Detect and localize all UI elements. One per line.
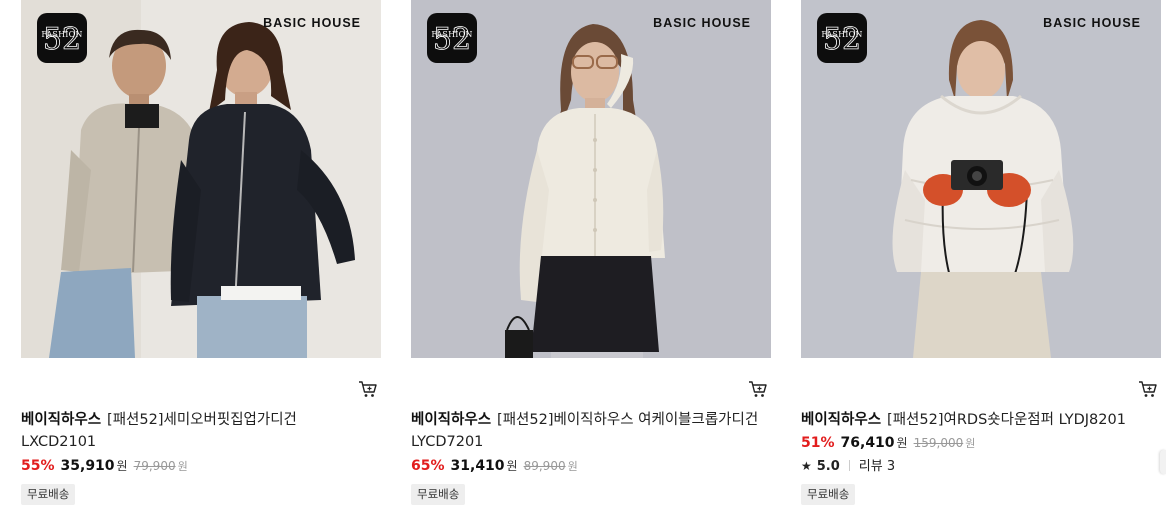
review-count[interactable]: 리뷰 3 <box>859 459 895 474</box>
sale-price: 35,910 <box>60 458 115 474</box>
divider <box>848 460 850 471</box>
rating-score: 5.0 <box>816 459 840 474</box>
sale-price: 76,410 <box>840 435 895 451</box>
cart-icon[interactable] <box>357 378 379 400</box>
price-row: 55% 35,910 원 79,900 원 <box>21 457 188 474</box>
price-row: 51% 76,410 원 159,000 원 <box>801 434 975 451</box>
cart-icon[interactable] <box>1137 378 1159 400</box>
currency: 원 <box>896 436 908 450</box>
brand-name: 베이직하우스 <box>801 412 882 428</box>
product-card[interactable]: 52 FASHION BASIC HOUSE 베이직하우스 [패션52]베이직하우… <box>411 0 771 506</box>
brand-watermark: BASIC HOUSE <box>263 16 361 30</box>
price-row: 65% 31,410 원 89,900 원 <box>411 457 578 474</box>
currency: 원 <box>506 459 518 473</box>
product-card[interactable]: 52 FASHION BASIC HOUSE 베이직하우스 [패션52]여RDS숏… <box>801 0 1161 506</box>
badge-label: FASHION <box>41 30 83 39</box>
fashion52-badge: 52 FASHION <box>37 13 87 63</box>
cart-icon[interactable] <box>747 378 769 400</box>
product-image[interactable]: 52 FASHION BASIC HOUSE <box>801 0 1161 358</box>
currency: 원 <box>116 459 128 473</box>
fashion52-badge: 52 FASHION <box>427 13 477 63</box>
brand-watermark: BASIC HOUSE <box>1043 16 1141 30</box>
product-title[interactable]: 베이직하우스 [패션52]세미오버핏집업가디건 LXCD2101 <box>21 409 371 453</box>
original-price: 79,900 <box>133 459 176 473</box>
fashion52-badge: 52 FASHION <box>817 13 867 63</box>
product-grid: 52 FASHION BASIC HOUSE 베이직하우스 [패션52]세미오버핏… <box>0 0 1166 506</box>
svg-text:52: 52 <box>433 22 471 57</box>
discount-rate: 51% <box>801 435 835 451</box>
original-price: 159,000 <box>913 436 964 450</box>
product-title[interactable]: 베이직하우스 [패션52]베이직하우스 여케이블크롭가디건 LYCD7201 <box>411 409 761 453</box>
original-currency: 원 <box>177 460 188 473</box>
product-image[interactable]: 52 FASHION BASIC HOUSE <box>411 0 771 358</box>
original-price: 89,900 <box>523 459 566 473</box>
product-title[interactable]: 베이직하우스 [패션52]여RDS숏다운점퍼 LYDJ8201 <box>801 409 1151 431</box>
product-name: [패션52]여RDS숏다운점퍼 LYDJ8201 <box>887 412 1126 428</box>
discount-rate: 65% <box>411 458 445 474</box>
brand-watermark: BASIC HOUSE <box>653 16 751 30</box>
original-currency: 원 <box>965 437 976 450</box>
badge-label: FASHION <box>821 30 863 39</box>
rating-row: ★ 5.0 리뷰 3 <box>801 455 895 474</box>
svg-text:52: 52 <box>823 22 861 57</box>
discount-rate: 55% <box>21 458 55 474</box>
free-shipping-tag: 무료배송 <box>21 484 76 505</box>
free-shipping-tag: 무료배송 <box>411 484 466 505</box>
sale-price: 31,410 <box>450 458 505 474</box>
product-card[interactable]: 52 FASHION BASIC HOUSE 베이직하우스 [패션52]세미오버핏… <box>21 0 381 506</box>
product-image[interactable]: 52 FASHION BASIC HOUSE <box>21 0 381 358</box>
badge-label: FASHION <box>431 30 473 39</box>
free-shipping-tag: 무료배송 <box>801 484 856 505</box>
brand-name: 베이직하우스 <box>21 412 102 428</box>
svg-text:52: 52 <box>43 22 81 57</box>
star-icon: ★ <box>801 459 812 473</box>
brand-name: 베이직하우스 <box>411 412 492 428</box>
original-currency: 원 <box>567 460 578 473</box>
side-scroll-handle[interactable] <box>1160 450 1166 474</box>
